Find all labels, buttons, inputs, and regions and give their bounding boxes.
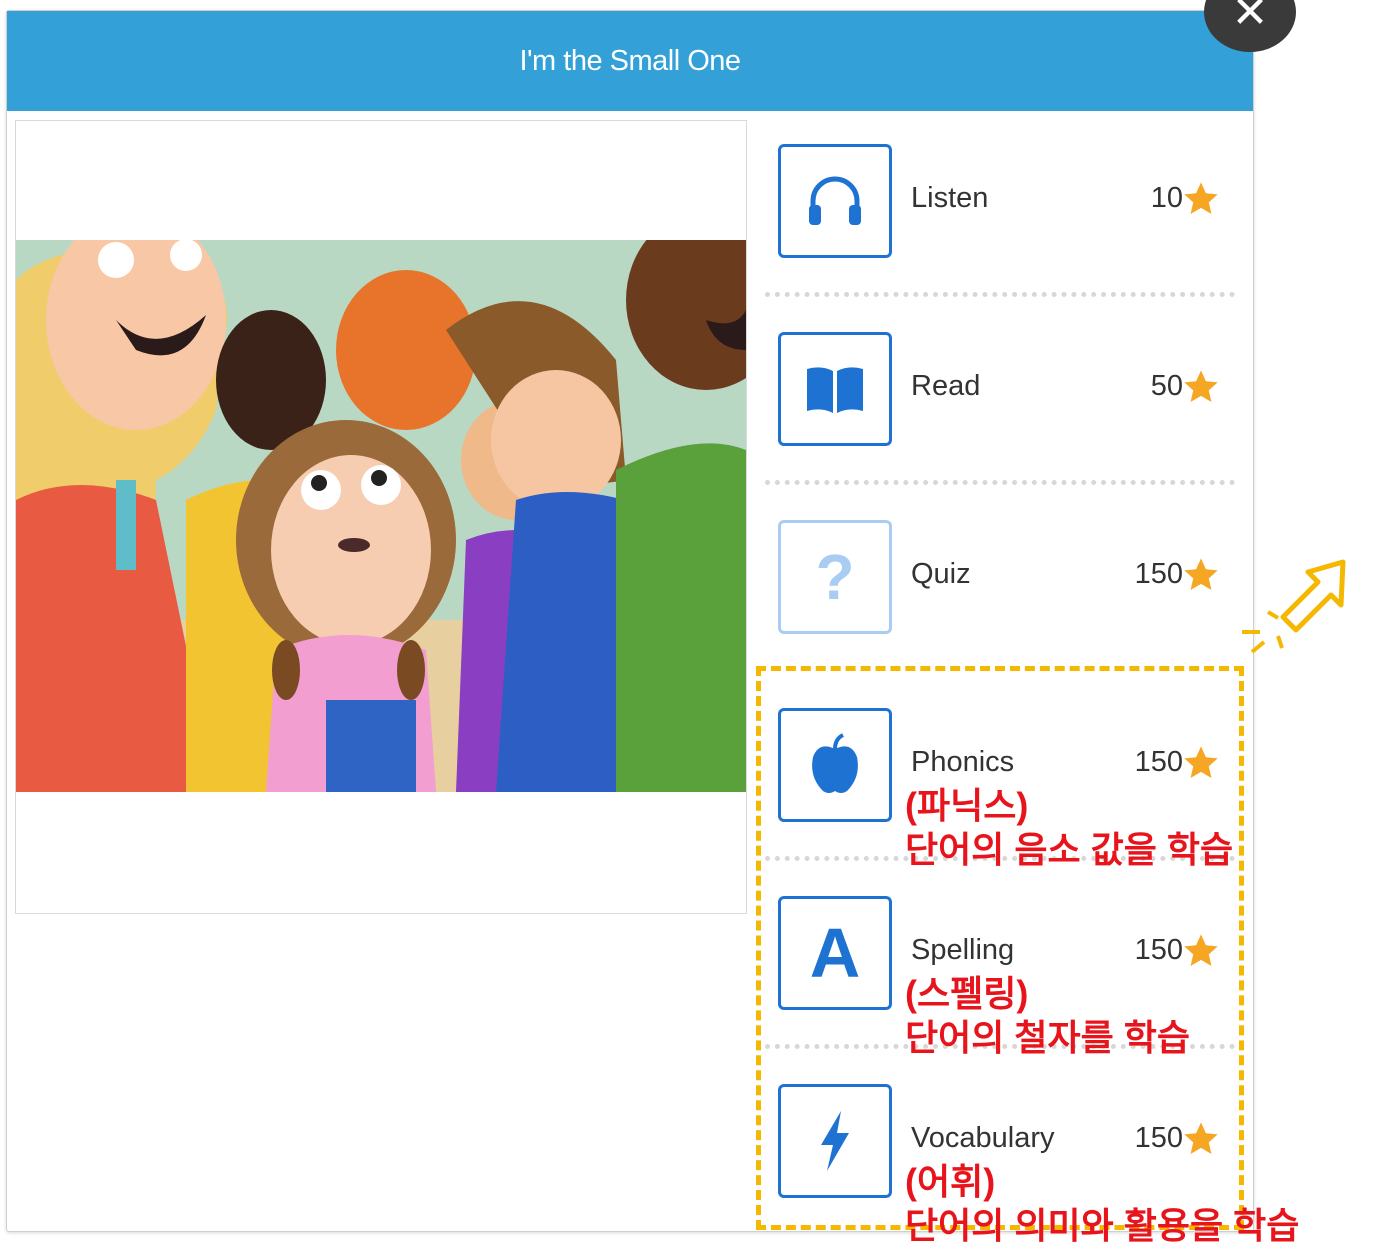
star-icon	[1184, 182, 1218, 215]
annotation-line: 단어의 철자를 학습	[905, 1017, 1190, 1058]
activity-points: 150	[1134, 558, 1183, 590]
activity-label: Listen	[911, 182, 989, 214]
star-icon	[1184, 370, 1218, 403]
vocabulary-annotation: (어휘) 단어의 의미와 활용을 학습	[905, 1160, 1299, 1248]
annotation-line: 단어의 음소 값을 학습	[905, 829, 1234, 870]
activity-points: 50	[1150, 370, 1183, 402]
annotation-line: (어휘)	[905, 1161, 996, 1202]
activity-quiz[interactable]: ? Quiz 150	[778, 520, 1238, 634]
annotation-line: (스펠링)	[905, 973, 1029, 1014]
book-icon	[778, 332, 892, 446]
book-cover-illustration[interactable]	[16, 240, 746, 792]
modal-title: I'm the Small One	[519, 44, 741, 77]
spelling-annotation: (스펠링) 단어의 철자를 학습	[905, 972, 1190, 1060]
divider	[765, 292, 1235, 297]
close-icon: ✕	[1231, 0, 1269, 37]
annotation-line: (파닉스)	[905, 785, 1029, 826]
phonics-annotation: (파닉스) 단어의 음소 값을 학습	[905, 784, 1233, 872]
activity-label: Quiz	[911, 558, 971, 590]
star-icon	[1184, 558, 1218, 591]
question-icon: ?	[778, 520, 892, 634]
highlight-box	[756, 666, 1244, 1230]
divider	[765, 480, 1235, 485]
activity-read[interactable]: Read 50	[778, 332, 1238, 446]
activity-listen[interactable]: Listen 10	[778, 144, 1238, 258]
annotation-line: 단어의 의미와 활용을 학습	[905, 1205, 1300, 1246]
click-pointer-icon	[1242, 559, 1346, 654]
activity-label: Read	[911, 370, 981, 402]
modal-header: I'm the Small One	[7, 11, 1253, 111]
headphones-icon	[778, 144, 892, 258]
activity-points: 10	[1150, 182, 1183, 214]
